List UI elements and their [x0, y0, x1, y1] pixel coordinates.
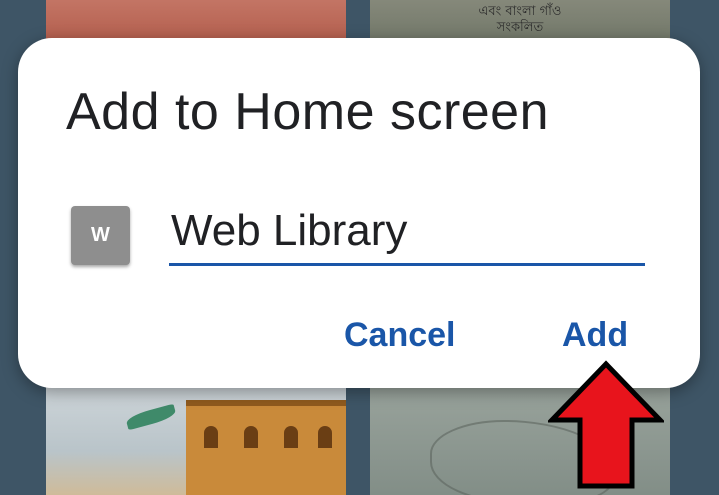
add-button[interactable]: Add — [562, 316, 628, 355]
window-shape — [318, 426, 332, 448]
app-icon-letter: W — [91, 224, 110, 246]
add-to-home-screen-dialog: Add to Home screen W Cancel Add — [18, 38, 700, 388]
home-screen-background: এবং বাংলা গাঁও সংকলিত Add to Home screen… — [0, 0, 719, 495]
window-shape — [284, 426, 298, 448]
book-tile-bottom-left[interactable] — [46, 380, 346, 495]
shortcut-name-input[interactable] — [169, 204, 645, 266]
bird-illustration — [125, 403, 177, 431]
window-shape — [204, 426, 218, 448]
book-tile-text-line2: সংকলিত — [496, 20, 544, 35]
web-library-app-icon: W — [71, 206, 130, 265]
cancel-button[interactable]: Cancel — [344, 316, 456, 355]
building-illustration — [186, 400, 346, 495]
window-shape — [244, 426, 258, 448]
dialog-title: Add to Home screen — [66, 83, 550, 141]
red-up-arrow-icon — [548, 360, 664, 489]
